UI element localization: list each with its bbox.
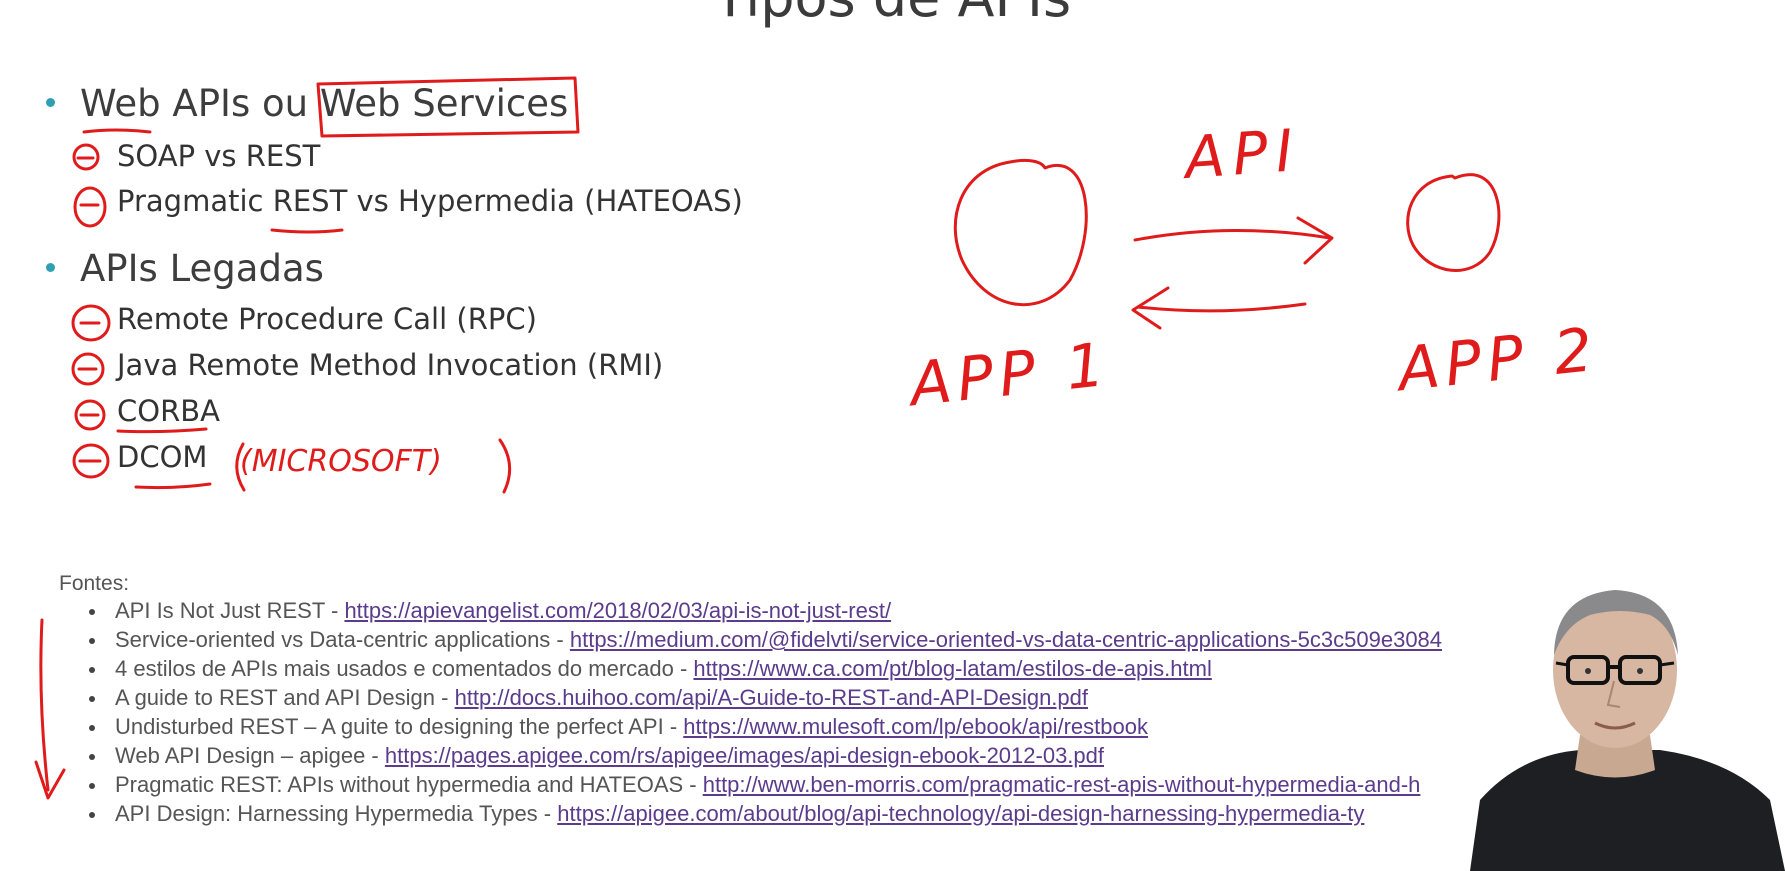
down-arrow-head: [34, 760, 66, 800]
dcom-note: (MICROSOFT): [240, 444, 442, 479]
underline-stroke: [134, 482, 212, 490]
arrow-right-line: [1133, 228, 1332, 242]
slide: Tipos de APIs Web APIs ou Web Services S…: [0, 0, 1785, 871]
item-markers: [71, 143, 111, 479]
underline-stroke: [116, 427, 208, 434]
paren-stroke: [498, 438, 512, 494]
diagram-label-api: API: [1182, 116, 1303, 192]
arrow-right-head: [1296, 216, 1334, 265]
app1-circle-shape: [953, 158, 1088, 307]
presenter-image: [1470, 590, 1785, 871]
underline-stroke: [82, 128, 152, 134]
underline-stroke: [270, 228, 344, 234]
down-arrow-line: [39, 618, 50, 792]
highlight-box: [316, 76, 580, 138]
presenter-video-overlay: [1460, 585, 1785, 871]
app2-circle-shape: [1406, 173, 1501, 272]
arrow-left-line: [1136, 302, 1307, 313]
